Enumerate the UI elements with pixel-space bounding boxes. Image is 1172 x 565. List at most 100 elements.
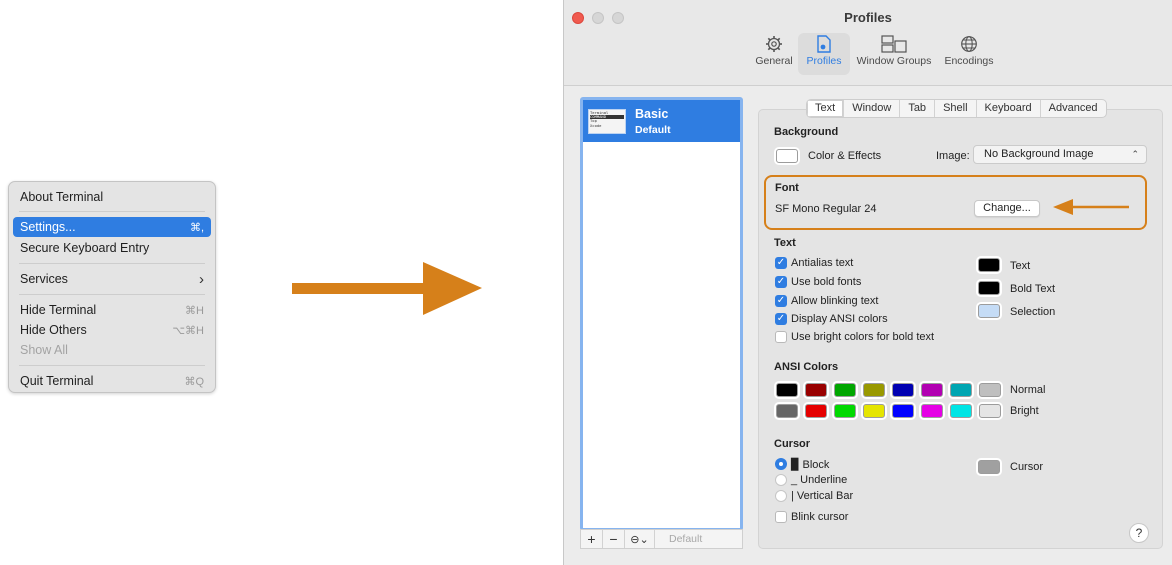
bright-bold-checkbox[interactable]	[775, 331, 787, 343]
ansi-color-swatch[interactable]	[950, 404, 972, 418]
menu-item-label: Settings...	[20, 220, 76, 234]
cursor-color-well[interactable]	[978, 460, 1000, 474]
cursor-block-label: ▉ Block	[791, 459, 830, 471]
profile-preview-thumbnail: Terminal COMMAND Top Xcode	[588, 109, 626, 134]
menu-item-label: Quit Terminal	[20, 374, 94, 388]
toolbar-label: General	[755, 55, 793, 67]
ansi-bright-label: Bright	[1010, 405, 1039, 417]
tab-text[interactable]: Text	[807, 100, 845, 117]
remove-profile-button[interactable]: −	[603, 530, 625, 548]
text-color-well[interactable]	[978, 258, 1000, 272]
chevron-right-icon: ›	[199, 270, 204, 288]
menu-separator	[19, 263, 205, 264]
add-profile-button[interactable]: +	[581, 530, 603, 548]
bold-fonts-checkbox[interactable]: ✓	[775, 276, 787, 288]
bright-bold-label: Use bright colors for bold text	[791, 331, 935, 343]
cursor-header: Cursor	[774, 438, 811, 450]
tab-advanced[interactable]: Advanced	[1041, 100, 1106, 117]
antialias-checkbox[interactable]: ✓	[775, 257, 787, 269]
ansi-color-swatch[interactable]	[805, 404, 827, 418]
font-value: SF Mono Regular 24	[775, 203, 877, 215]
shortcut-label: ⌥⌘H	[172, 324, 204, 337]
tab-shell[interactable]: Shell	[935, 100, 977, 117]
ansi-color-swatch[interactable]	[979, 383, 1001, 397]
profile-row-basic[interactable]: Terminal COMMAND Top Xcode Basic Default	[583, 100, 740, 142]
ansi-color-swatch[interactable]	[892, 383, 914, 397]
ansi-color-swatch[interactable]	[979, 404, 1001, 418]
window-groups-icon	[852, 33, 936, 55]
tab-tab[interactable]: Tab	[900, 100, 936, 117]
screenshot-canvas: About Terminal Settings... ⌘, Secure Keyb…	[0, 0, 1172, 565]
toolbar-profiles[interactable]: Profiles	[798, 33, 850, 75]
bold-text-color-label: Bold Text	[1010, 283, 1056, 295]
selection-color-well[interactable]	[978, 304, 1000, 318]
menu-item-hide-others[interactable]: Hide Others ⌥⌘H	[13, 320, 211, 340]
thumb-line: Xcode	[590, 122, 602, 128]
ansi-colors-header: ANSI Colors	[774, 361, 839, 373]
menu-item-settings[interactable]: Settings... ⌘,	[13, 217, 211, 237]
menu-item-quit[interactable]: Quit Terminal ⌘Q	[13, 371, 211, 391]
menu-item-secure-keyboard[interactable]: Secure Keyboard Entry	[13, 238, 211, 258]
text-color-label: Text	[1010, 260, 1031, 272]
ansi-color-swatch[interactable]	[805, 383, 827, 397]
ansi-colors-checkbox[interactable]: ✓	[775, 313, 787, 325]
ansi-colors-label: Display ANSI colors	[791, 313, 888, 325]
toolbar-label: Encodings	[944, 55, 994, 67]
callout-arrow-icon	[1053, 199, 1129, 215]
ansi-color-swatch[interactable]	[776, 383, 798, 397]
cursor-vertical-radio[interactable]	[775, 490, 787, 502]
ansi-color-swatch[interactable]	[834, 404, 856, 418]
ansi-color-swatch[interactable]	[921, 383, 943, 397]
selection-color-label: Selection	[1010, 306, 1056, 318]
color-effects-label: Color & Effects	[808, 150, 882, 162]
menu-item-label: About Terminal	[20, 190, 104, 204]
cursor-underline-label: _ Underline	[791, 474, 848, 486]
blinking-label: Allow blinking text	[791, 295, 879, 307]
tab-window[interactable]: Window	[844, 100, 901, 117]
ansi-color-swatch[interactable]	[921, 404, 943, 418]
ansi-color-swatch[interactable]	[863, 404, 885, 418]
cursor-color-label: Cursor	[1010, 461, 1044, 473]
shortcut-label: ⌘H	[185, 304, 204, 317]
background-header: Background	[774, 126, 839, 138]
help-button[interactable]: ?	[1129, 523, 1149, 543]
terminal-app-menu: About Terminal Settings... ⌘, Secure Keyb…	[8, 181, 216, 393]
pointer-arrow-icon	[292, 262, 482, 315]
ansi-color-swatch[interactable]	[863, 383, 885, 397]
menu-item-services[interactable]: Services ›	[13, 269, 211, 289]
profile-actions-button[interactable]: ⊖⌄	[625, 530, 655, 548]
toolbar-encodings[interactable]: Encodings	[938, 33, 1000, 75]
ansi-color-swatch[interactable]	[950, 383, 972, 397]
blinking-checkbox[interactable]: ✓	[775, 295, 787, 307]
text-header: Text	[774, 237, 796, 249]
ansi-color-swatch[interactable]	[776, 404, 798, 418]
menu-item-label: Secure Keyboard Entry	[20, 241, 150, 255]
set-default-button: Default	[669, 533, 703, 545]
background-image-select[interactable]: No Background Image ⌃	[973, 145, 1147, 164]
antialias-label: Antialias text	[791, 257, 854, 269]
background-color-well[interactable]	[776, 149, 798, 163]
tab-keyboard[interactable]: Keyboard	[977, 100, 1041, 117]
title-bar: Profiles General Profiles Window Groups	[564, 0, 1172, 86]
window-title: Profiles	[844, 10, 892, 25]
cursor-underline-radio[interactable]	[775, 474, 787, 486]
menu-separator	[19, 294, 205, 295]
menu-item-hide-terminal[interactable]: Hide Terminal ⌘H	[13, 300, 211, 320]
shortcut-label: ⌘Q	[184, 375, 204, 388]
menu-item-about[interactable]: About Terminal	[13, 187, 211, 207]
ansi-color-swatch[interactable]	[834, 383, 856, 397]
cursor-block-radio[interactable]	[775, 458, 787, 470]
change-font-button[interactable]: Change...	[974, 200, 1040, 217]
bold-text-color-well[interactable]	[978, 281, 1000, 295]
chevron-updown-icon: ⌃	[1131, 149, 1139, 159]
blink-cursor-checkbox[interactable]	[775, 511, 787, 523]
gear-icon	[750, 33, 798, 55]
ansi-color-swatch[interactable]	[892, 404, 914, 418]
toolbar-window-groups[interactable]: Window Groups	[852, 33, 936, 75]
toolbar-general[interactable]: General	[750, 33, 798, 75]
profile-document-icon	[798, 33, 850, 55]
toolbar-label: Window Groups	[856, 55, 932, 67]
profile-list[interactable]: Terminal COMMAND Top Xcode Basic Default	[580, 97, 743, 531]
ansi-normal-label: Normal	[1010, 384, 1046, 396]
shortcut-label: ⌘,	[189, 221, 204, 234]
